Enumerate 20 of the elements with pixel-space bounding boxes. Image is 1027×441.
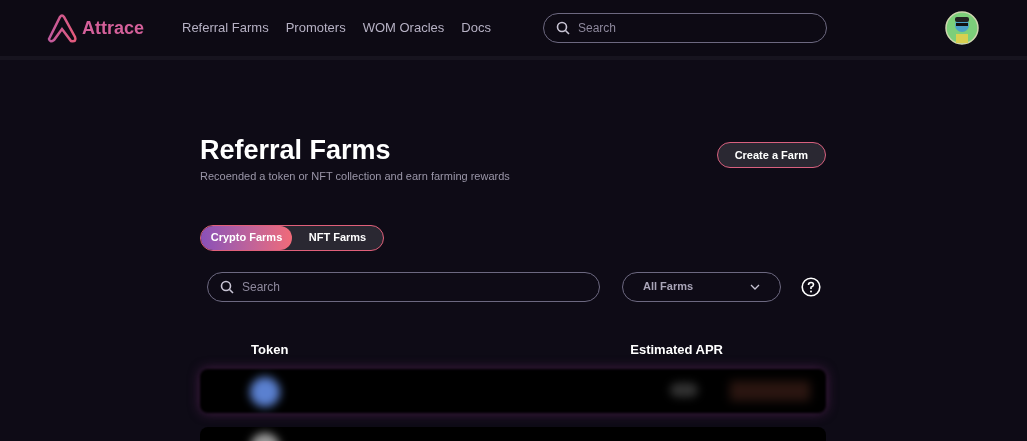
page-title: Referral Farms bbox=[200, 134, 392, 166]
search-icon bbox=[220, 279, 234, 294]
farm-type-tab[interactable]: NFT Farms bbox=[292, 225, 383, 250]
column-header: Estimated APR bbox=[630, 340, 723, 359]
page-subtitle: Recoended a token or NFT collection and earn farming rewards bbox=[200, 169, 510, 184]
help-icon[interactable] bbox=[801, 276, 821, 297]
column-header: Token bbox=[251, 340, 289, 359]
search-icon bbox=[556, 21, 570, 35]
nav-link[interactable]: WOM Oracles bbox=[362, 18, 445, 38]
chevron-down-icon bbox=[750, 283, 760, 290]
nav-link[interactable]: Docs bbox=[461, 18, 491, 38]
create-farm-button[interactable]: Create a Farm bbox=[716, 142, 826, 168]
logo-icon bbox=[46, 13, 78, 43]
search-field[interactable]: Search bbox=[207, 271, 600, 302]
nav-link[interactable]: Referral Farms bbox=[182, 18, 269, 38]
avatar[interactable] bbox=[945, 11, 979, 45]
logo-text: Attrace bbox=[82, 16, 145, 40]
farm-type-tab[interactable]: Crypto Farms bbox=[201, 225, 292, 250]
search-field[interactable]: Search bbox=[543, 13, 827, 43]
nav-link[interactable]: Promoters bbox=[285, 18, 346, 38]
